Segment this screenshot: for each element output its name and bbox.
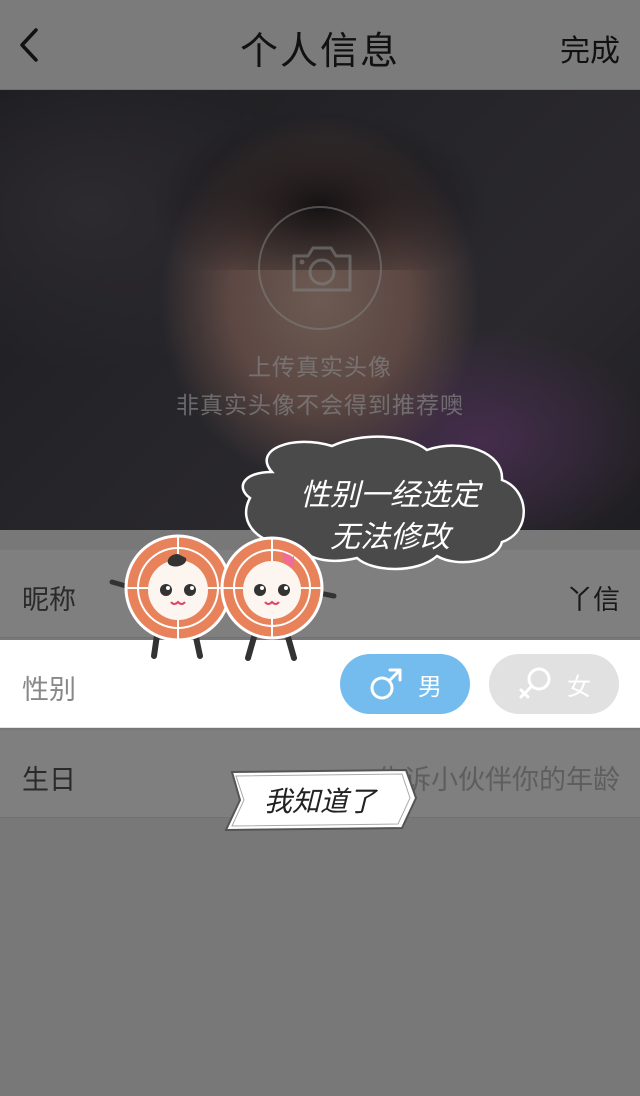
mascot-girl bbox=[220, 536, 337, 661]
gender-female-button[interactable]: 女 bbox=[489, 654, 619, 714]
mascot-illustration bbox=[109, 534, 337, 661]
acknowledge-button[interactable]: 我知道了 bbox=[240, 780, 400, 820]
gender-female-label: 女 bbox=[567, 672, 591, 701]
male-symbol-icon bbox=[370, 668, 402, 700]
bubble-line-1: 性别一经选定 bbox=[300, 478, 480, 513]
gender-label: 性别 bbox=[22, 675, 76, 706]
profile-screen: 个人信息 完成 上传真实头像 非真实头像不会得到推荐噢 昵称 丫信 生日 告诉小… bbox=[0, 0, 640, 1096]
mascot-boy bbox=[109, 534, 232, 659]
gender-male-button[interactable]: 男 bbox=[340, 654, 470, 714]
female-symbol-icon bbox=[519, 667, 551, 699]
gender-male-label: 男 bbox=[418, 672, 442, 701]
